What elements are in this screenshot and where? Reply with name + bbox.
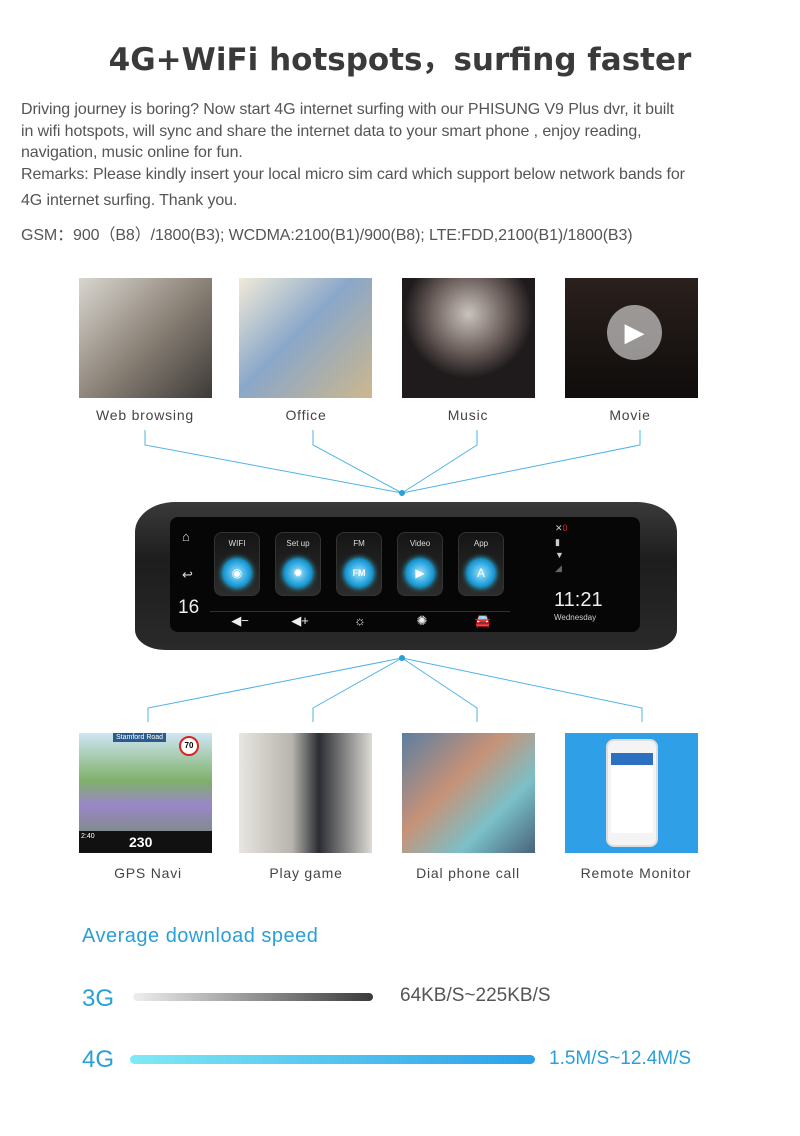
feature-label: Dial phone call [416,865,520,881]
gps-status-icon: ✕0 [555,523,568,533]
speed-bar-4g [130,1055,535,1064]
wifi-status-icon: ▼ [555,550,564,560]
app-app[interactable]: App A [458,532,504,596]
gear-icon: ✹ [283,558,313,588]
speed-label-4g: 4G [82,1046,115,1073]
play-game-image [239,733,372,853]
fm-radio-icon: FM [344,558,374,588]
clock-day: Wednesday [554,613,597,622]
app-fm[interactable]: FM FM [336,532,382,596]
remote-monitor-image [565,733,698,853]
speed-bar-3g [133,993,373,1001]
clock-time: 11:21 [554,589,603,611]
brightness-up-icon[interactable]: ✺ [392,613,452,629]
dvr-mirror-device: ⌂ ↩ 16 WIFI ◉ Set up ✹ FM FM Video ▶ App A ◀−… [135,502,677,650]
play-icon: ▶ [405,558,435,588]
wifi-icon: ◉ [222,558,252,588]
gps-navi-image: Stamford Road 70 2:40 230 [79,733,212,853]
feature-label: GPS Navi [114,865,182,881]
brightness-down-icon[interactable]: ☼ [330,613,390,628]
speed-label-3g: 3G [82,985,115,1012]
temperature: 16 [178,597,200,618]
app-setup[interactable]: Set up ✹ [275,532,321,596]
speed-heading: Average download speed [82,925,319,947]
signal-icon: ◢ [555,563,562,573]
app-video[interactable]: Video ▶ [397,532,443,596]
feature-label: Remote Monitor [580,865,692,881]
app-wifi[interactable]: WIFI ◉ [214,532,260,596]
dial-phone-call-image [402,733,535,853]
home-icon[interactable]: ⌂ [182,529,190,544]
speed-limit-sign: 70 [179,736,199,756]
speed-range-4g: 1.5M/S~12.4M/S [549,1048,692,1069]
car-icon[interactable]: 🚘 [453,613,513,629]
device-screen: ⌂ ↩ 16 WIFI ◉ Set up ✹ FM FM Video ▶ App A ◀−… [170,517,640,632]
speed-range-3g: 64KB/S~225KB/S [400,985,551,1006]
volume-up-icon[interactable]: ◀+ [270,613,330,629]
volume-down-icon[interactable]: ◀− [210,613,270,629]
back-icon[interactable]: ↩ [182,567,193,583]
battery-icon: ▮ [555,537,560,547]
feature-label: Play game [269,865,343,881]
app-store-icon: A [466,558,496,588]
